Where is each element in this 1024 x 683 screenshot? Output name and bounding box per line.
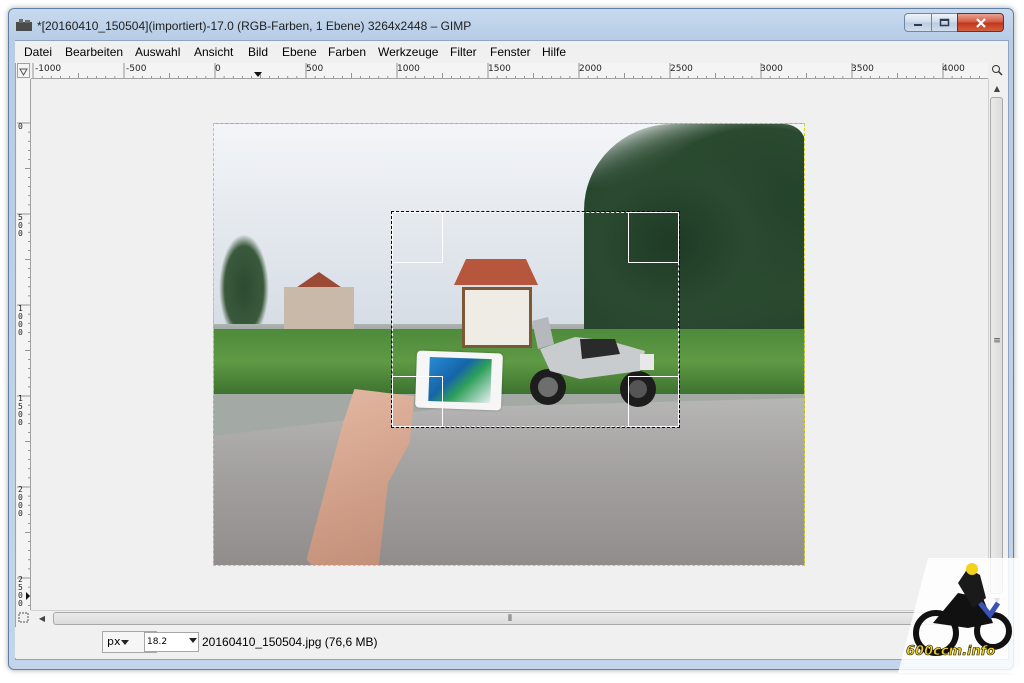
close-icon [975,17,986,28]
menu-hilfe[interactable]: Hilfe [542,45,566,59]
ruler-label: 1000 [397,64,420,74]
ruler-label: 500 [18,213,23,238]
scroll-left-icon[interactable]: ◀ [34,611,50,627]
ruler-label: -1000 [35,64,62,74]
selection-handle[interactable] [628,212,679,263]
menu-datei[interactable]: Datei [24,45,52,59]
selection-handle[interactable] [628,376,679,427]
ruler-label: 500 [306,64,324,74]
watermark-text: 600ccm.info [906,644,995,659]
tree [219,234,269,324]
navigate-zoom-button[interactable] [990,64,1004,78]
menu-bearbeiten[interactable]: Bearbeiten [65,45,123,59]
ruler-label: 4000 [942,64,965,74]
horizontal-scrollbar[interactable]: ◀ ⦀ ▶ [31,610,988,626]
menu-ansicht[interactable]: Ansicht [194,45,233,59]
grip-icon: ⦀ [508,614,512,624]
menu-bild[interactable]: Bild [248,45,268,59]
ruler-label: 1500 [18,394,23,427]
ruler-corner-toggle[interactable] [17,63,30,78]
vertical-scrollbar[interactable]: ▲ ≡ ▼ [988,79,1004,610]
unit-value: px [107,635,121,648]
menu-fenster[interactable]: Fenster [490,45,531,59]
grip-icon: ≡ [993,336,1001,346]
horizontal-ruler[interactable]: -1000 -500 0 500 1000 1500 2000 2500 300… [31,63,988,79]
vertical-ruler[interactable]: 0 500 1000 1500 2000 2500 [17,79,31,610]
close-button[interactable] [957,13,1004,32]
menu-werkzeuge[interactable]: Werkzeuge [378,45,438,59]
minimize-icon [914,23,922,26]
triangle-icon [19,68,28,76]
window-title: *[20160410_150504](importiert)-17.0 (RGB… [37,19,472,33]
zoom-dropdown-button[interactable] [187,632,199,652]
quick-mask-toggle[interactable] [17,612,30,625]
watermark-logo: 600ccm.info [898,558,1018,673]
minimize-button[interactable] [904,13,932,32]
chevron-down-icon [121,640,129,645]
ruler-label: 2500 [670,64,693,74]
selection-handle[interactable] [392,212,443,263]
ruler-label: 3000 [760,64,783,74]
menu-farben[interactable]: Farben [328,45,366,59]
ruler-label: 0 [18,122,23,131]
quick-mask-icon [18,612,29,623]
ruler-label: 1000 [18,304,23,337]
ruler-label: 1500 [488,64,511,74]
zoom-value: 18.2 [147,637,168,647]
ruler-label: 2500 [18,575,23,608]
ruler-label: -500 [126,64,147,74]
selection-handle[interactable] [392,376,443,427]
menu-auswahl[interactable]: Auswahl [135,45,180,59]
gimp-app-icon[interactable] [16,19,32,31]
statusbar: px 18.2 20160410_150504.jpg (76,6 MB) [15,627,1007,658]
rectangle-selection[interactable] [391,211,680,428]
chevron-down-icon [189,638,197,643]
ruler-pointer-marker [26,592,30,600]
ruler-ticks [17,122,30,606]
ruler-label: 2000 [18,485,23,518]
scroll-up-icon[interactable]: ▲ [989,81,1005,97]
house [284,287,354,332]
menu-ebene[interactable]: Ebene [282,45,317,59]
ruler-label: 3500 [851,64,874,74]
menu-filter[interactable]: Filter [450,45,477,59]
magnifier-icon [992,65,1003,76]
maximize-button[interactable] [931,13,958,32]
maximize-icon [939,18,950,27]
ruler-label: 0 [215,64,221,74]
menubar: Datei Bearbeiten Auswahl Ansicht Bild Eb… [15,41,1007,63]
ruler-label: 2000 [579,64,602,74]
image-file-info: 20160410_150504.jpg (76,6 MB) [202,635,378,649]
